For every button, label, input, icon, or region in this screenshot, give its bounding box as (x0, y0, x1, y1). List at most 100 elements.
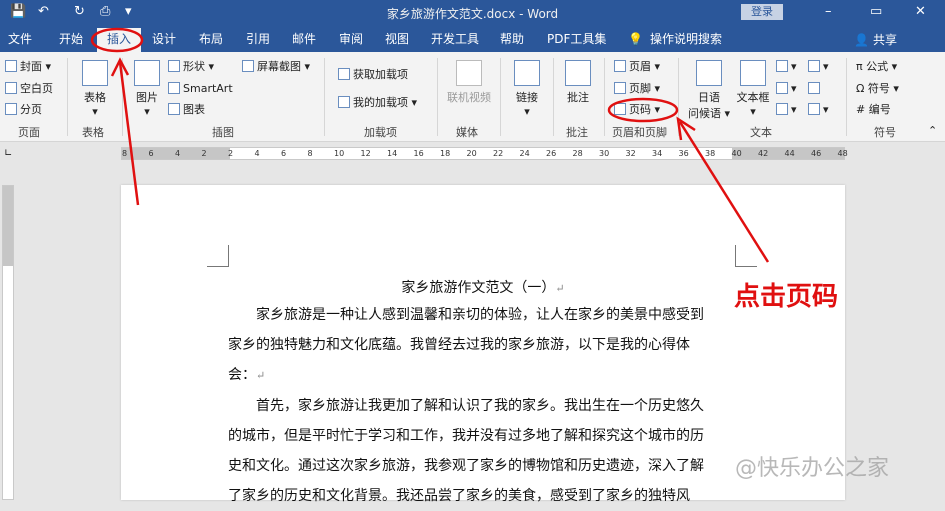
cover-page-icon (5, 60, 17, 72)
tell-me-search[interactable]: 操作说明搜索 (650, 31, 722, 47)
blank-page-icon (5, 82, 17, 94)
greeting-icon (696, 60, 722, 86)
online-video-button[interactable]: 联机视频 (444, 60, 494, 105)
window-title: 家乡旅游作文范文.docx - Word (386, 7, 559, 21)
tab-home[interactable]: 开始 (59, 31, 83, 47)
chart-button[interactable]: 图表 (168, 103, 205, 117)
text-line: 家乡的独特魅力和文化底蕴。我曾经去过我的家乡旅游，以下是我的心得体 (228, 337, 690, 353)
tab-insert[interactable]: 插入 (97, 28, 142, 52)
picture-button[interactable]: 图片 ▾ (130, 60, 164, 118)
ribbon-insert: 封面 ▾ 空白页 分页 页面 表格 ▾ 表格 图片 ▾ 形状 ▾ SmartArt … (0, 52, 945, 142)
tab-view[interactable]: 视图 (385, 31, 409, 47)
ruler-number: 14 (387, 149, 398, 158)
get-addins-label: 获取加载项 (353, 68, 408, 81)
login-button[interactable]: 登录 (741, 4, 783, 20)
tab-developer[interactable]: 开发工具 (431, 31, 479, 47)
japanese-greeting-button[interactable]: 日语 问候语 ▾ (684, 60, 734, 121)
tab-selector[interactable]: ∟ (4, 147, 12, 161)
text-line: 会： (228, 367, 256, 383)
text-line: 了家乡的历史和文化背景。我还品尝了家乡的美食，感受到了家乡的独特风 (228, 488, 690, 504)
my-addins-button[interactable]: 我的加载项 ▾ (338, 96, 417, 110)
wordart-button[interactable]: ▾ (776, 82, 797, 96)
quick-parts-button[interactable]: ▾ (776, 60, 797, 74)
smartart-icon (168, 82, 180, 94)
ruler-number: 48 (837, 149, 848, 158)
collapse-ribbon-icon[interactable]: ⌃ (928, 124, 937, 138)
shapes-button[interactable]: 形状 ▾ (168, 60, 214, 74)
header-button[interactable]: 页眉 ▾ (614, 60, 660, 74)
textbox-button[interactable]: 文本框 ▾ (736, 60, 770, 118)
blank-page-button[interactable]: 空白页 (5, 82, 53, 96)
my-addins-label: 我的加载项 (353, 96, 408, 109)
comment-label: 批注 (567, 91, 589, 104)
paragraph-1[interactable]: 家乡旅游是一种让人感到温馨和亲切的体验，让人在家乡的美景中感受到 家乡的独特魅力… (228, 300, 728, 391)
pi-icon: π (856, 60, 867, 73)
header-icon (614, 60, 626, 72)
group-divider (678, 58, 679, 136)
close-button[interactable]: ✕ (915, 4, 926, 20)
annotation-label: 点击页码 (734, 282, 839, 312)
document-title-text: 家乡旅游作文范文（一） (401, 280, 556, 296)
vertical-ruler-margin (3, 186, 13, 266)
tab-references[interactable]: 引用 (246, 31, 270, 47)
textbox-icon (740, 60, 766, 86)
smartart-button[interactable]: SmartArt (168, 82, 233, 96)
object-button[interactable]: ▾ (808, 103, 829, 117)
screenshot-icon (242, 60, 254, 72)
tab-design[interactable]: 设计 (152, 31, 176, 47)
paragraph-2[interactable]: 首先，家乡旅游让我更加了解和认识了我的家乡。我出生在一个历史悠久 的城市，但是平… (228, 391, 728, 511)
tab-review[interactable]: 审阅 (339, 31, 363, 47)
header-label: 页眉 (629, 60, 651, 73)
group-divider (324, 58, 325, 136)
cover-page-button[interactable]: 封面 ▾ (5, 60, 51, 74)
link-button[interactable]: 链接 ▾ (510, 60, 544, 118)
screenshot-button[interactable]: 屏幕截图 ▾ (242, 60, 310, 74)
ruler-number: 6 (281, 149, 287, 158)
date-time-button[interactable] (808, 82, 823, 96)
share-button[interactable]: 👤 共享 (854, 31, 897, 48)
page-number-button[interactable]: 页码 ▾ (614, 103, 660, 117)
margin-corner-left (207, 245, 229, 267)
minimize-button[interactable]: – (825, 4, 832, 20)
tab-help[interactable]: 帮助 (500, 31, 524, 47)
symbol-button[interactable]: Ω 符号 ▾ (856, 82, 899, 96)
tab-mailings[interactable]: 邮件 (292, 31, 316, 47)
japanese-label: 日语 (698, 91, 720, 104)
ribbon-tabs: 文件 开始 插入 设计 布局 引用 邮件 审阅 视图 开发工具 帮助 PDF工具… (0, 25, 945, 52)
equation-button[interactable]: π 公式 ▾ (856, 60, 897, 74)
group-label-addins: 加载项 (364, 126, 397, 139)
number-button[interactable]: # 编号 (856, 103, 891, 117)
picture-icon (134, 60, 160, 86)
dropcap-button[interactable]: ▾ (776, 103, 797, 117)
ruler-number: 38 (705, 149, 716, 158)
ruler-number: 20 (466, 149, 477, 158)
page-break-label: 分页 (20, 103, 42, 116)
tab-pdf-tools[interactable]: PDF工具集 (547, 31, 606, 47)
ruler-number: 36 (678, 149, 689, 158)
omega-icon: Ω (856, 82, 868, 95)
person-icon: 👤 (854, 33, 870, 47)
restore-button[interactable]: ▭ (870, 4, 882, 20)
ruler-number: 2 (201, 149, 207, 158)
signature-line-button[interactable]: ▾ (808, 60, 829, 74)
footer-button[interactable]: 页脚 ▾ (614, 82, 660, 96)
table-button[interactable]: 表格 ▾ (78, 60, 112, 118)
title-bar: 💾 ↶ ↻ ⎙ ▾ 家乡旅游作文范文.docx - Word 登录 – ▭ ✕ (0, 0, 945, 25)
lightbulb-icon: 💡 (628, 32, 643, 46)
date-time-icon (808, 82, 820, 94)
equation-label: 公式 (866, 60, 889, 73)
vertical-ruler[interactable] (2, 185, 14, 500)
horizontal-ruler[interactable]: 8 6 4 2 2 4 6 8 10 12 14 16 18 20 22 24 26 28 30 32 34 36 38 40… (121, 147, 848, 160)
text-line: 首先，家乡旅游让我更加了解和认识了我的家乡。我出生在一个历史悠久 (228, 398, 704, 414)
table-label: 表格 (84, 91, 106, 104)
textbox-label: 文本框 (736, 91, 770, 104)
watermark: @快乐办公之家 (735, 456, 890, 481)
screenshot-label: 屏幕截图 (257, 60, 301, 73)
comment-button[interactable]: 批注 (561, 60, 595, 105)
tab-layout[interactable]: 布局 (199, 31, 223, 47)
page-break-button[interactable]: 分页 (5, 103, 42, 117)
comment-icon (565, 60, 591, 86)
ruler-number: 8 (307, 149, 313, 158)
tab-file[interactable]: 文件 (8, 31, 32, 47)
get-addins-button[interactable]: 获取加载项 (338, 68, 408, 82)
